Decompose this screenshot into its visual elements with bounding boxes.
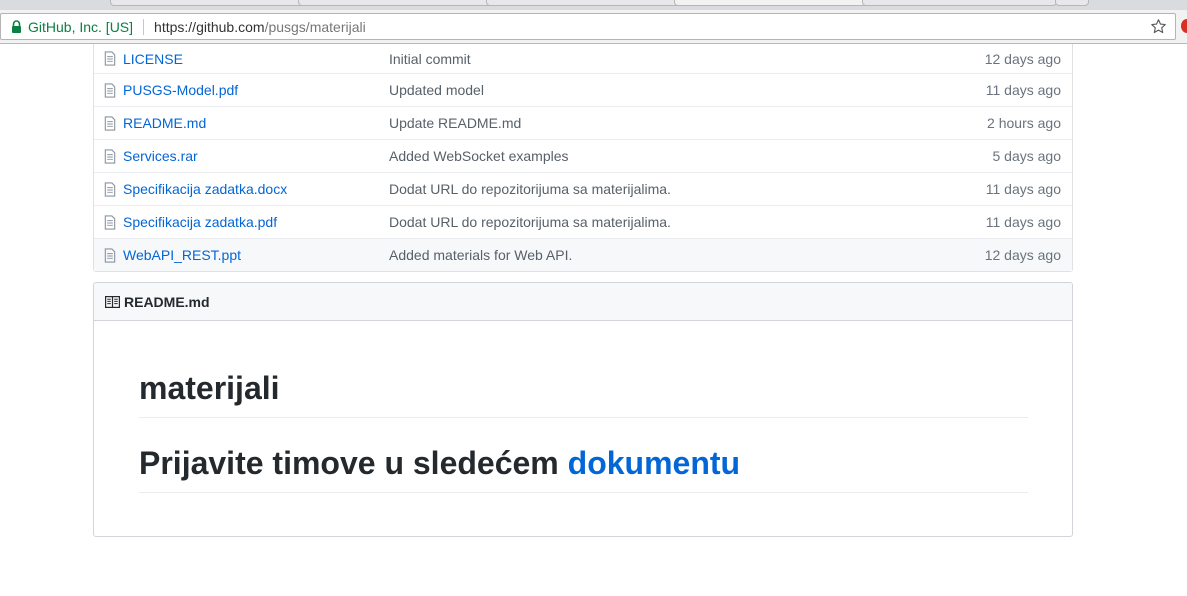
file-row[interactable]: Services.rar Added WebSocket examples 5 … [94,139,1072,172]
readme-heading: materijali [139,368,1028,418]
subheading-text: Prijavite timove u sledećem [139,445,568,481]
commit-age: 11 days ago [985,214,1061,230]
omnibox-divider [143,18,145,35]
file-icon [104,214,116,230]
address-bar[interactable]: GitHub, Inc. [US] https://github.com/pus… [0,13,1176,40]
file-icon [104,82,116,98]
url-host: https://github.com [154,18,265,35]
commit-message[interactable]: Added materials for Web API. [389,247,572,263]
commit-message[interactable]: Dodat URL do repozitorijuma sa materijal… [389,181,671,197]
commit-age: 11 days ago [985,181,1061,197]
file-row[interactable]: Specifikacija zadatka.pdf Dodat URL do r… [94,205,1072,238]
browser-tabstrip [0,0,1187,10]
commit-age: 5 days ago [992,148,1062,164]
url-text[interactable]: https://github.com/pusgs/materijali [154,19,366,35]
file-name-link[interactable]: Specifikacija zadatka.docx [123,181,287,197]
browser-tab[interactable] [298,0,493,6]
site-identity[interactable]: GitHub, Inc. [US] [28,19,133,35]
commit-age: 11 days ago [985,82,1061,98]
file-name-link[interactable]: Specifikacija zadatka.pdf [123,214,277,230]
extension-icon[interactable] [1181,19,1187,33]
file-row[interactable]: WebAPI_REST.ppt Added materials for Web … [94,238,1072,271]
commit-message[interactable]: Update README.md [389,115,521,131]
commit-message[interactable]: Dodat URL do repozitorijuma sa materijal… [389,214,671,230]
browser-tab[interactable] [110,0,305,6]
star-icon[interactable] [1150,18,1167,35]
file-row[interactable]: PUSGS-Model.pdf Updated model 11 days ag… [94,73,1072,106]
document-link[interactable]: dokumentu [568,445,740,481]
file-name-link[interactable]: WebAPI_REST.ppt [123,247,241,263]
readme-panel: README.md materijali Prijavite timove u … [93,282,1073,537]
commit-age: 2 hours ago [987,115,1061,131]
book-icon [105,295,120,308]
file-icon [104,181,116,197]
file-row[interactable]: Specifikacija zadatka.docx Dodat URL do … [94,172,1072,205]
file-icon [104,247,116,263]
url-path: /pusgs/materijali [264,18,366,35]
browser-tab-active[interactable] [674,0,869,6]
commit-age: 12 days ago [984,247,1061,263]
file-name-link[interactable]: Services.rar [123,148,198,164]
file-icon [104,115,116,131]
file-name-link[interactable]: README.md [123,115,206,131]
file-list: LICENSE Initial commit 12 days ago PUSGS… [93,44,1073,272]
commit-message[interactable]: Added WebSocket examples [389,148,569,164]
browser-tab[interactable] [486,0,681,6]
file-row[interactable]: LICENSE Initial commit 12 days ago [94,44,1072,73]
file-icon [104,51,116,66]
readme-header: README.md [94,283,1072,321]
commit-age: 12 days ago [984,50,1061,67]
file-row[interactable]: README.md Update README.md 2 hours ago [94,106,1072,139]
file-name-link[interactable]: LICENSE [123,51,183,67]
commit-message[interactable]: Initial commit [389,51,471,67]
new-tab-button[interactable] [1055,0,1089,6]
readme-filename: README.md [124,293,210,310]
browser-tab[interactable] [862,0,1057,6]
lock-icon[interactable] [11,20,22,33]
readme-subheading: Prijavite timove u sledećem dokumentu [139,443,1028,493]
file-name-link[interactable]: PUSGS-Model.pdf [123,82,238,98]
file-icon [104,148,116,164]
commit-message[interactable]: Updated model [389,82,484,98]
browser-toolbar: GitHub, Inc. [US] https://github.com/pus… [0,10,1187,44]
